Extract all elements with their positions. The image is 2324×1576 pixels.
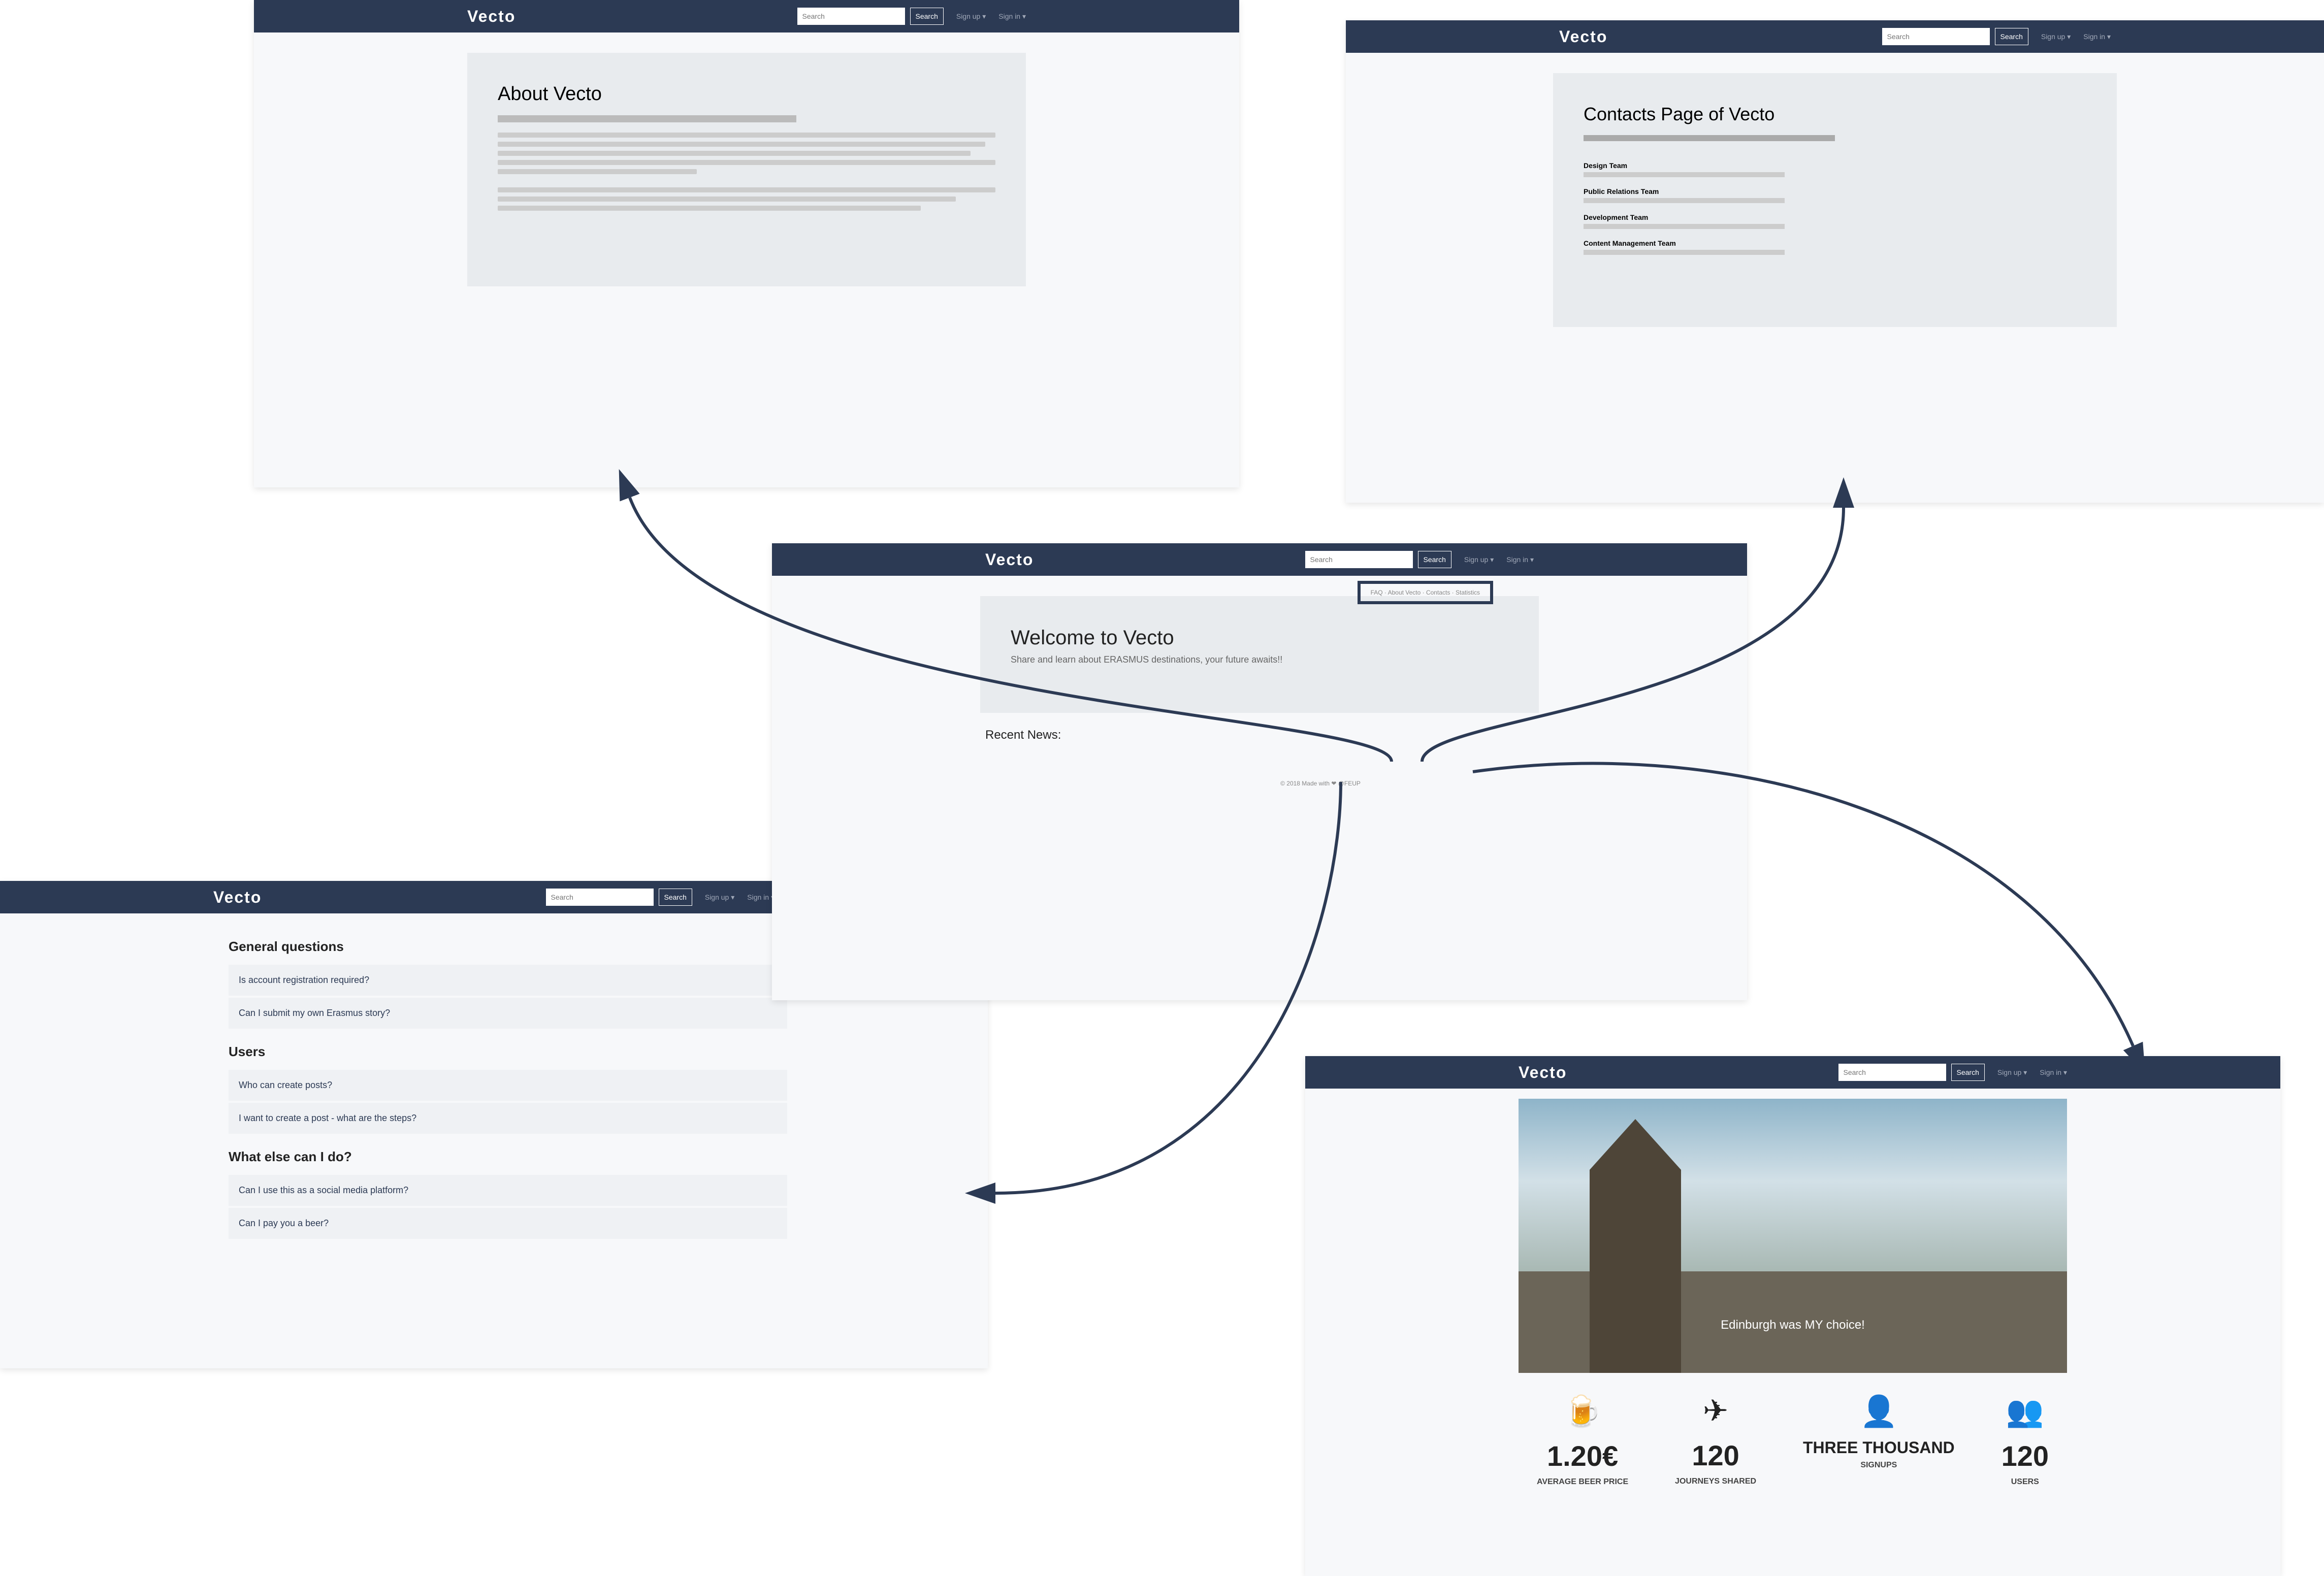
footer-links-highlighted[interactable]: FAQ · About Vecto · Contacts · Statistic… [1357,581,1493,604]
contacts-page-window: Vecto Search Sign up ▾ Sign in ▾ Contact… [1346,20,2324,503]
contact-content-box: Contacts Page of Vecto Design Team Publi… [1553,73,2117,327]
faq-section-title: Users [229,1044,266,1059]
brand-logo[interactable]: Vecto [1559,27,1607,46]
home-page-window: Vecto Search Sign up ▾ Sign in ▾ Welcome… [772,543,1747,1000]
stat-beer: 🍺 1.20€ Average Beer Price [1536,1394,1629,1486]
stat-signups: 👤 THREE THOUSAND Signups [1802,1394,1955,1469]
search-input[interactable] [797,8,905,25]
signin-link[interactable]: Sign in ▾ [747,893,774,902]
search-button[interactable]: Search [910,8,944,25]
faq-item[interactable]: Who can create posts? [229,1070,787,1101]
user-icon: 👤 [1859,1394,1898,1428]
search-button[interactable]: Search [1417,551,1451,568]
signup-link[interactable]: Sign up ▾ [2041,32,2071,41]
signup-link[interactable]: Sign up ▾ [1997,1068,2027,1077]
welcome-subtitle: Share and learn about ERASMUS destinatio… [1011,654,1283,665]
hero-caption: Edinburgh was MY choice! [1721,1318,1865,1332]
plane-icon: ✈ [1702,1394,1729,1428]
search-input[interactable] [1838,1064,1946,1081]
search-input[interactable] [1305,551,1413,568]
nav-bar: Vecto Search Sign up ▾ Sign in ▾ [254,0,1239,32]
signup-link[interactable]: Sign up ▾ [956,12,986,21]
faq-item[interactable]: Can I pay you a beer? [229,1208,787,1239]
signup-link[interactable]: Sign up ▾ [705,893,734,902]
search-button[interactable]: Search [1951,1064,1985,1081]
brand-logo[interactable]: Vecto [467,7,515,26]
stats-page-window: Vecto Search Sign up ▾ Sign in ▾ Edinbur… [1305,1056,2280,1576]
faq-section-title: General questions [229,939,344,954]
brand-logo[interactable]: Vecto [985,550,1034,569]
welcome-title: Welcome to Vecto [1011,627,1174,649]
copyright-text: © 2018 Made with ❤ @FEUP [1280,780,1361,787]
users-icon: 👥 [2006,1394,2044,1428]
nav-bar: Vecto Search Sign up ▾ Sign in ▾ [1305,1056,2280,1089]
about-page-window: Vecto Search Sign up ▾ Sign in ▾ About V… [254,0,1239,487]
stat-journeys: ✈ 120 Journeys Shared [1675,1394,1757,1486]
faq-item[interactable]: Is account registration required? [229,965,787,996]
signin-link[interactable]: Sign in ▾ [1506,555,1534,564]
signin-link[interactable]: Sign in ▾ [2040,1068,2067,1077]
contacts-title: Contacts Page of Vecto [1584,104,1775,124]
signup-link[interactable]: Sign up ▾ [1464,555,1494,564]
beer-icon: 🍺 [1563,1394,1602,1428]
about-content-box: About Vecto [467,53,1026,286]
faq-item[interactable]: Can I submit my own Erasmus story? [229,998,787,1029]
faq-section-title: What else can I do? [229,1149,352,1164]
faq-item[interactable]: Can I use this as a social media platfor… [229,1175,787,1206]
search-input[interactable] [545,889,654,906]
stat-users: 👥 120 Users [2001,1394,2049,1486]
search-input[interactable] [1882,28,1990,45]
search-button[interactable]: Search [658,889,692,906]
nav-bar: Vecto Search Sign up ▾ Sign in ▾ [1346,20,2324,53]
search-button[interactable]: Search [1994,28,2028,45]
faq-item[interactable]: I want to create a post - what are the s… [229,1103,787,1134]
signin-link[interactable]: Sign in ▾ [998,12,1026,21]
nav-bar: Vecto Search Sign up ▾ Sign in ▾ [772,543,1747,576]
hero-image: Edinburgh was MY choice! [1519,1099,2067,1373]
about-title: About Vecto [498,83,602,105]
signin-link[interactable]: Sign in ▾ [2083,32,2111,41]
brand-logo[interactable]: Vecto [1519,1063,1567,1082]
recent-news-heading: Recent News: [985,728,1061,742]
welcome-banner: Welcome to Vecto Share and learn about E… [980,596,1539,713]
brand-logo[interactable]: Vecto [213,888,262,907]
